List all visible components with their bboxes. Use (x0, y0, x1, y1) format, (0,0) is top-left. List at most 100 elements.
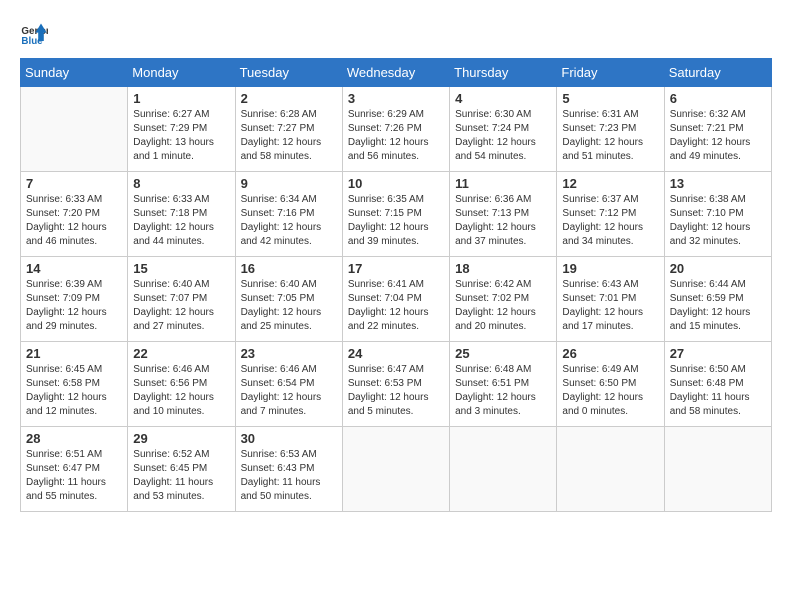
day-info: Sunrise: 6:32 AMSunset: 7:21 PMDaylight:… (670, 108, 766, 164)
day-number: 16 (241, 261, 337, 276)
calendar-cell: 10 Sunrise: 6:35 AMSunset: 7:15 PMDayligh… (342, 172, 449, 257)
calendar-cell: 18Sunrise: 6:42 AMSunset: 7:02 PMDayligh… (450, 257, 557, 342)
day-info: Sunrise: 6:30 AMSunset: 7:24 PMDaylight:… (455, 108, 551, 164)
day-number: 22 (133, 346, 229, 361)
day-number: 21 (26, 346, 122, 361)
day-number: 9 (241, 176, 337, 191)
calendar-cell: 8 Sunrise: 6:33 AMSunset: 7:18 PMDaylight… (128, 172, 235, 257)
calendar-cell: 19 Sunrise: 6:43 AMSunset: 7:01 PMDayligh… (557, 257, 664, 342)
day-info: Sunrise: 6:31 AMSunset: 7:23 PMDaylight:… (562, 108, 658, 164)
day-info: Sunrise: 6:33 AMSunset: 7:20 PMDaylight:… (26, 193, 122, 249)
calendar-cell: 11 Sunrise: 6:36 AMSunset: 7:13 PMDayligh… (450, 172, 557, 257)
day-number: 12 (562, 176, 658, 191)
day-number: 11 (455, 176, 551, 191)
page-header: General Blue (20, 20, 772, 48)
day-info: Sunrise: 6:28 AMSunset: 7:27 PMDaylight:… (241, 108, 337, 164)
calendar-cell: 21 Sunrise: 6:45 AMSunset: 6:58 PMDayligh… (21, 342, 128, 427)
day-info: Sunrise: 6:42 AMSunset: 7:02 PMDaylight:… (455, 278, 551, 334)
day-header-wednesday: Wednesday (342, 59, 449, 87)
calendar-cell (450, 427, 557, 512)
week-row-5: 28Sunrise: 6:51 AMSunset: 6:47 PMDayligh… (21, 427, 772, 512)
calendar-cell: 20 Sunrise: 6:44 AMSunset: 6:59 PMDayligh… (664, 257, 771, 342)
calendar-cell: 27 Sunrise: 6:50 AMSunset: 6:48 PMDayligh… (664, 342, 771, 427)
calendar-cell: 7 Sunrise: 6:33 AMSunset: 7:20 PMDaylight… (21, 172, 128, 257)
day-number: 30 (241, 431, 337, 446)
day-number: 10 (348, 176, 444, 191)
day-info: Sunrise: 6:46 AMSunset: 6:56 PMDaylight:… (133, 363, 229, 419)
day-info: Sunrise: 6:40 AMSunset: 7:07 PMDaylight:… (133, 278, 229, 334)
calendar-cell: 16 Sunrise: 6:40 AMSunset: 7:05 PMDayligh… (235, 257, 342, 342)
calendar-cell: 28Sunrise: 6:51 AMSunset: 6:47 PMDayligh… (21, 427, 128, 512)
day-info: Sunrise: 6:35 AMSunset: 7:15 PMDaylight:… (348, 193, 444, 249)
day-info: Sunrise: 6:37 AMSunset: 7:12 PMDaylight:… (562, 193, 658, 249)
calendar-table: SundayMondayTuesdayWednesdayThursdayFrid… (20, 58, 772, 512)
day-number: 27 (670, 346, 766, 361)
day-header-friday: Friday (557, 59, 664, 87)
calendar-cell: 2 Sunrise: 6:28 AMSunset: 7:27 PMDaylight… (235, 87, 342, 172)
day-number: 6 (670, 91, 766, 106)
day-info: Sunrise: 6:52 AMSunset: 6:45 PMDaylight:… (133, 448, 229, 504)
day-number: 7 (26, 176, 122, 191)
calendar-cell: 3Sunrise: 6:29 AMSunset: 7:26 PMDaylight… (342, 87, 449, 172)
day-header-saturday: Saturday (664, 59, 771, 87)
day-number: 1 (133, 91, 229, 106)
day-info: Sunrise: 6:45 AMSunset: 6:58 PMDaylight:… (26, 363, 122, 419)
day-number: 4 (455, 91, 551, 106)
day-info: Sunrise: 6:43 AMSunset: 7:01 PMDaylight:… (562, 278, 658, 334)
day-info: Sunrise: 6:33 AMSunset: 7:18 PMDaylight:… (133, 193, 229, 249)
day-number: 14 (26, 261, 122, 276)
day-number: 24 (348, 346, 444, 361)
day-info: Sunrise: 6:47 AMSunset: 6:53 PMDaylight:… (348, 363, 444, 419)
calendar-cell: 23 Sunrise: 6:46 AMSunset: 6:54 PMDayligh… (235, 342, 342, 427)
day-info: Sunrise: 6:50 AMSunset: 6:48 PMDaylight:… (670, 363, 766, 419)
day-number: 19 (562, 261, 658, 276)
day-number: 17 (348, 261, 444, 276)
calendar-cell: 15 Sunrise: 6:40 AMSunset: 7:07 PMDayligh… (128, 257, 235, 342)
calendar-cell: 13Sunrise: 6:38 AMSunset: 7:10 PMDayligh… (664, 172, 771, 257)
calendar-cell: 9 Sunrise: 6:34 AMSunset: 7:16 PMDaylight… (235, 172, 342, 257)
week-row-1: 1 Sunrise: 6:27 AMSunset: 7:29 PMDaylight… (21, 87, 772, 172)
calendar-cell: 29 Sunrise: 6:52 AMSunset: 6:45 PMDayligh… (128, 427, 235, 512)
day-info: Sunrise: 6:49 AMSunset: 6:50 PMDaylight:… (562, 363, 658, 419)
day-info: Sunrise: 6:41 AMSunset: 7:04 PMDaylight:… (348, 278, 444, 334)
day-info: Sunrise: 6:36 AMSunset: 7:13 PMDaylight:… (455, 193, 551, 249)
day-info: Sunrise: 6:53 AMSunset: 6:43 PMDaylight:… (241, 448, 337, 504)
day-number: 2 (241, 91, 337, 106)
calendar-cell: 25Sunrise: 6:48 AMSunset: 6:51 PMDayligh… (450, 342, 557, 427)
week-row-3: 14Sunrise: 6:39 AMSunset: 7:09 PMDayligh… (21, 257, 772, 342)
day-number: 20 (670, 261, 766, 276)
calendar-cell (557, 427, 664, 512)
day-number: 13 (670, 176, 766, 191)
calendar-cell: 24 Sunrise: 6:47 AMSunset: 6:53 PMDayligh… (342, 342, 449, 427)
calendar-cell: 17 Sunrise: 6:41 AMSunset: 7:04 PMDayligh… (342, 257, 449, 342)
logo: General Blue (20, 20, 52, 48)
calendar-header: SundayMondayTuesdayWednesdayThursdayFrid… (21, 59, 772, 87)
calendar-cell: 4 Sunrise: 6:30 AMSunset: 7:24 PMDaylight… (450, 87, 557, 172)
day-number: 29 (133, 431, 229, 446)
day-info: Sunrise: 6:44 AMSunset: 6:59 PMDaylight:… (670, 278, 766, 334)
day-number: 8 (133, 176, 229, 191)
calendar-cell: 6 Sunrise: 6:32 AMSunset: 7:21 PMDaylight… (664, 87, 771, 172)
day-info: Sunrise: 6:40 AMSunset: 7:05 PMDaylight:… (241, 278, 337, 334)
logo-icon: General Blue (20, 20, 48, 48)
calendar-cell: 30 Sunrise: 6:53 AMSunset: 6:43 PMDayligh… (235, 427, 342, 512)
calendar-cell: 1 Sunrise: 6:27 AMSunset: 7:29 PMDaylight… (128, 87, 235, 172)
calendar-cell: 14Sunrise: 6:39 AMSunset: 7:09 PMDayligh… (21, 257, 128, 342)
day-header-tuesday: Tuesday (235, 59, 342, 87)
day-number: 23 (241, 346, 337, 361)
day-number: 3 (348, 91, 444, 106)
day-info: Sunrise: 6:46 AMSunset: 6:54 PMDaylight:… (241, 363, 337, 419)
day-header-thursday: Thursday (450, 59, 557, 87)
week-row-4: 21 Sunrise: 6:45 AMSunset: 6:58 PMDayligh… (21, 342, 772, 427)
day-number: 5 (562, 91, 658, 106)
calendar-body: 1 Sunrise: 6:27 AMSunset: 7:29 PMDaylight… (21, 87, 772, 512)
day-info: Sunrise: 6:34 AMSunset: 7:16 PMDaylight:… (241, 193, 337, 249)
calendar-cell: 26Sunrise: 6:49 AMSunset: 6:50 PMDayligh… (557, 342, 664, 427)
calendar-cell: 22 Sunrise: 6:46 AMSunset: 6:56 PMDayligh… (128, 342, 235, 427)
day-number: 25 (455, 346, 551, 361)
week-row-2: 7 Sunrise: 6:33 AMSunset: 7:20 PMDaylight… (21, 172, 772, 257)
day-number: 15 (133, 261, 229, 276)
day-info: Sunrise: 6:27 AMSunset: 7:29 PMDaylight:… (133, 108, 229, 164)
calendar-cell: 12 Sunrise: 6:37 AMSunset: 7:12 PMDayligh… (557, 172, 664, 257)
day-header-monday: Monday (128, 59, 235, 87)
